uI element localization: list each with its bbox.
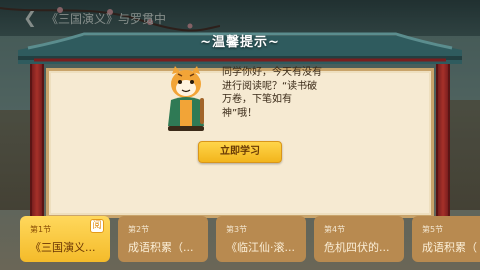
lesson-card-4[interactable]: 第4节 危机四伏的... [314, 216, 404, 262]
lesson-title: 《临江仙·滚... [226, 241, 295, 254]
left-pillar [30, 64, 44, 220]
right-pillar [436, 64, 450, 220]
reminder-message: 同学你好，今天有没有进行阅读呢？“读书破万卷，下笔如有神”哦！ [222, 67, 322, 119]
lesson-number: 第2节 [128, 225, 150, 234]
lesson-card-5[interactable]: 第5节 成语积累（ [412, 216, 480, 262]
tiger-mascot-icon [168, 66, 204, 131]
read-badge-icon: 阅 [90, 219, 104, 233]
lesson-number: 第4节 [324, 225, 346, 234]
reminder-dialog: ~温馨提示~ [18, 24, 462, 220]
lesson-title: 成语积累（... [128, 241, 194, 254]
lesson-list: 第1节 《三国演义... 阅 第2节 成语积累（... 第3节 《临江仙·滚..… [20, 216, 480, 270]
lesson-title: 危机四伏的... [324, 241, 390, 254]
lesson-number: 第5节 [422, 225, 444, 234]
lesson-number: 第3节 [226, 225, 248, 234]
study-now-button[interactable]: 立即学习 [198, 141, 282, 163]
lesson-title: 成语积累（ [422, 241, 477, 254]
lesson-card-2[interactable]: 第2节 成语积累（... [118, 216, 208, 262]
lesson-card-3[interactable]: 第3节 《临江仙·滚... [216, 216, 306, 262]
dialog-title: ~温馨提示~ [200, 35, 280, 50]
lesson-title: 《三国演义... [30, 241, 96, 254]
lesson-card-1[interactable]: 第1节 《三国演义... 阅 [20, 216, 110, 262]
